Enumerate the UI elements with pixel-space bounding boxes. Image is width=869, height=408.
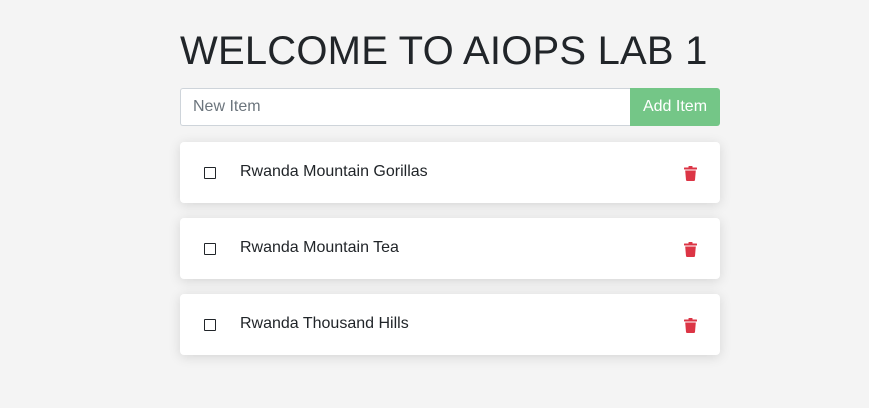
checkbox-unchecked-icon[interactable] — [204, 167, 216, 179]
item-list: Rwanda Mountain Gorillas Rwanda Mountain… — [180, 142, 720, 370]
list-item: Rwanda Mountain Gorillas — [180, 142, 720, 203]
add-item-form: Add Item — [180, 88, 720, 126]
trash-icon[interactable] — [682, 240, 698, 258]
trash-icon[interactable] — [682, 316, 698, 334]
item-label: Rwanda Mountain Gorillas — [240, 163, 428, 180]
trash-icon[interactable] — [682, 164, 698, 182]
add-item-button[interactable]: Add Item — [630, 88, 720, 126]
checkbox-unchecked-icon[interactable] — [204, 319, 216, 331]
item-label: Rwanda Mountain Tea — [240, 239, 399, 256]
list-item: Rwanda Mountain Tea — [180, 218, 720, 279]
new-item-input[interactable] — [180, 88, 630, 126]
list-item: Rwanda Thousand Hills — [180, 294, 720, 355]
item-label: Rwanda Thousand Hills — [240, 315, 409, 332]
page-title: WELCOME TO AIOPS LAB 1 — [180, 29, 708, 73]
checkbox-unchecked-icon[interactable] — [204, 243, 216, 255]
